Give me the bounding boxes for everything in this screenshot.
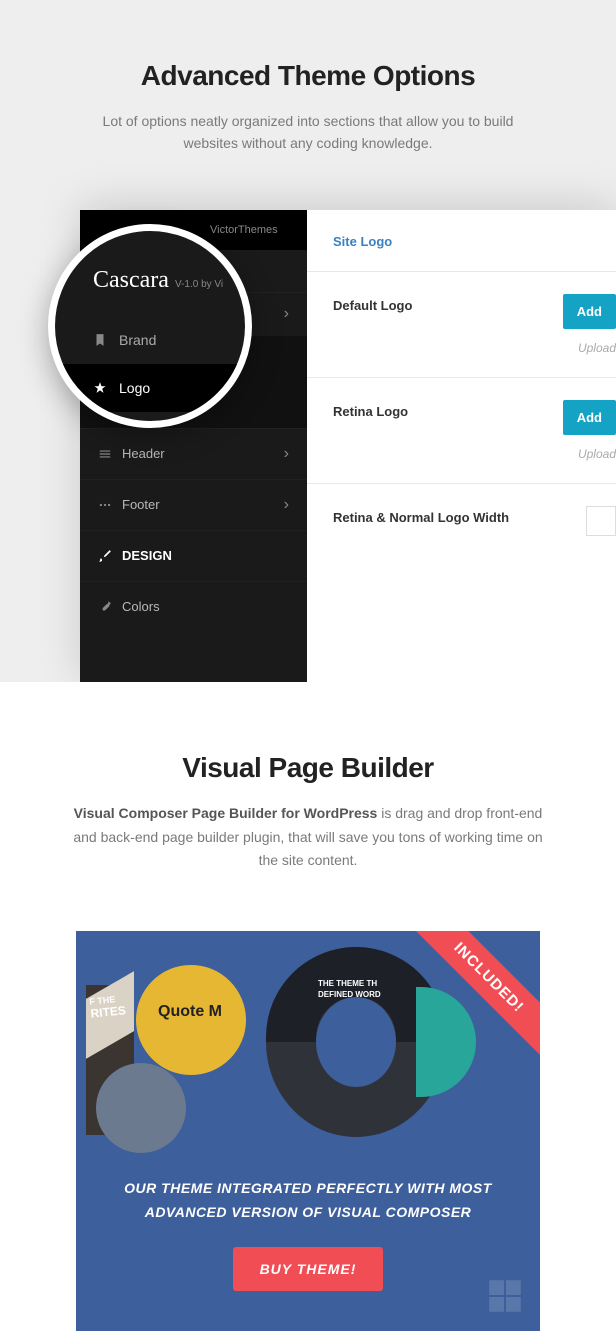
option-hint: Upload bbox=[563, 341, 616, 355]
visual-page-builder-section: Visual Page Builder Visual Composer Page… bbox=[0, 682, 616, 1331]
sidebar-item-label: Footer bbox=[122, 497, 160, 512]
logo-width-input[interactable] bbox=[586, 506, 616, 536]
bookmark-icon bbox=[93, 333, 119, 347]
buy-theme-button[interactable]: BUY THEME! bbox=[233, 1247, 383, 1291]
add-button[interactable]: Add bbox=[563, 294, 616, 329]
option-label: Default Logo bbox=[333, 294, 412, 313]
star-icon bbox=[93, 381, 119, 395]
product-version: V-1.0 by Vi bbox=[175, 279, 223, 290]
option-default-logo: Default Logo Add Upload bbox=[307, 272, 616, 378]
promo-headline: OUR THEME INTEGRATED PERFECTLY WITH MOST… bbox=[76, 1157, 540, 1225]
dropper-icon bbox=[98, 600, 122, 614]
version-art: F THERITES Quote M THE THEME THDEFINED W… bbox=[86, 947, 530, 1157]
visual-composer-icon bbox=[484, 1275, 526, 1317]
hero: Advanced Theme Options Lot of options ne… bbox=[0, 60, 616, 155]
section-title: Site Logo bbox=[333, 234, 590, 249]
sidebar-item-design[interactable]: DESIGN bbox=[80, 530, 307, 581]
sidebar-item-label: Brand bbox=[119, 332, 156, 348]
add-button[interactable]: Add bbox=[563, 400, 616, 435]
option-hint: Upload bbox=[563, 447, 616, 461]
hero-subtitle: Lot of options neatly organized into sec… bbox=[88, 110, 528, 155]
advanced-theme-options-section: Advanced Theme Options Lot of options ne… bbox=[0, 0, 616, 682]
sidebar-item-label: Logo bbox=[119, 380, 150, 396]
option-label: Retina & Normal Logo Width bbox=[333, 506, 509, 525]
sidebar-item-colors[interactable]: Colors bbox=[80, 581, 307, 632]
magnifier-lens: CascaraV-1.0 by Vi Brand Logo bbox=[48, 224, 252, 428]
hero-title: Advanced Theme Options bbox=[40, 60, 576, 92]
digit-5-art: F THERITES Quote M bbox=[86, 955, 226, 1135]
hero-title: Visual Page Builder bbox=[40, 752, 576, 784]
option-logo-width: Retina & Normal Logo Width bbox=[307, 484, 616, 558]
hero: Visual Page Builder Visual Composer Page… bbox=[0, 752, 616, 873]
hero-subtitle: Visual Composer Page Builder for WordPre… bbox=[73, 802, 543, 873]
option-label: Retina Logo bbox=[333, 400, 408, 419]
dots-icon bbox=[98, 498, 122, 512]
options-panel: CascaraV-1.0 by Vi Brand Logo VictorThem… bbox=[80, 210, 616, 682]
sidebar-item-label: Colors bbox=[122, 599, 160, 614]
sidebar-item-label: DESIGN bbox=[122, 548, 172, 563]
option-retina-logo: Retina Logo Add Upload bbox=[307, 378, 616, 484]
main-content: Site Logo Default Logo Add Upload Retina… bbox=[307, 210, 616, 682]
promo-banner: INCLUDED! F THERITES Quote M THE THEME T… bbox=[76, 931, 540, 1331]
sidebar-item-label: Header bbox=[122, 446, 165, 461]
sidebar-item-header[interactable]: Header bbox=[80, 428, 307, 479]
brush-icon bbox=[98, 549, 122, 563]
product-name: CascaraV-1.0 by Vi bbox=[55, 267, 245, 294]
sidebar-item-footer[interactable]: Footer bbox=[80, 479, 307, 530]
main-header: Site Logo bbox=[307, 210, 616, 272]
menu-icon bbox=[98, 447, 122, 461]
sidebar-item-brand[interactable]: Brand bbox=[55, 316, 245, 364]
digit-0-art: THE THEME THDEFINED WORD bbox=[266, 947, 446, 1137]
